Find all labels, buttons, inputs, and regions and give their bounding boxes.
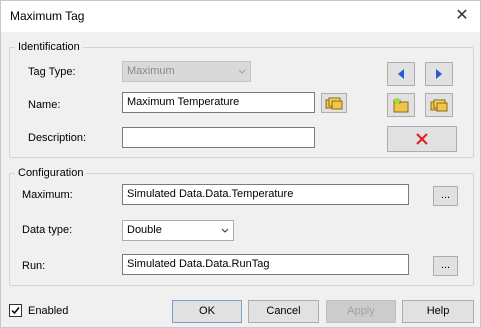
blue-right-arrow-icon <box>436 69 442 79</box>
name-input[interactable]: Maximum Temperature <box>122 92 315 113</box>
ok-button[interactable]: OK <box>172 300 242 323</box>
folders-icon <box>430 99 448 112</box>
browse-name-button[interactable] <box>321 93 347 113</box>
copy-tag-button[interactable] <box>425 93 453 117</box>
maximum-label: Maximum: <box>22 189 73 201</box>
data-type-select[interactable]: Double <box>122 220 234 241</box>
browse-maximum-button[interactable]: ... <box>433 186 458 206</box>
checkmark-icon <box>11 307 20 315</box>
description-input[interactable] <box>122 127 315 148</box>
run-input[interactable]: Simulated Data.Data.RunTag <box>122 254 409 275</box>
apply-button[interactable]: Apply <box>326 300 396 323</box>
new-tag-button[interactable] <box>387 93 415 117</box>
data-type-label: Data type: <box>22 224 73 236</box>
previous-tag-button[interactable] <box>387 62 415 86</box>
tag-type-value: Maximum <box>127 65 175 77</box>
window-title: Maximum Tag <box>10 9 85 23</box>
close-icon[interactable]: ✕ <box>452 6 472 26</box>
browse-run-button[interactable]: ... <box>433 256 458 276</box>
maximum-input[interactable]: Simulated Data.Data.Temperature <box>122 184 409 205</box>
chevron-down-icon <box>238 69 246 74</box>
chevron-down-icon <box>221 228 229 233</box>
tag-type-label: Tag Type: <box>28 66 76 78</box>
tag-type-select[interactable]: Maximum <box>122 61 251 82</box>
name-label: Name: <box>28 99 61 111</box>
new-folder-icon <box>393 98 409 113</box>
cancel-button[interactable]: Cancel <box>248 300 319 323</box>
folders-icon <box>325 97 343 110</box>
description-label: Description: <box>28 132 87 144</box>
enabled-checkbox[interactable] <box>9 304 22 317</box>
title-bar: Maximum Tag ✕ <box>1 1 480 32</box>
enabled-label[interactable]: Enabled <box>28 305 68 317</box>
identification-legend: Identification <box>15 41 83 54</box>
red-x-icon <box>416 133 428 145</box>
data-type-value: Double <box>127 224 162 236</box>
delete-tag-button[interactable] <box>387 126 457 152</box>
run-label: Run: <box>22 260 46 272</box>
next-tag-button[interactable] <box>425 62 453 86</box>
help-button[interactable]: Help <box>402 300 474 323</box>
blue-left-arrow-icon <box>398 69 404 79</box>
configuration-legend: Configuration <box>15 167 87 180</box>
maximum-tag-dialog: Maximum Tag ✕ Identification Tag Type: M… <box>0 0 481 328</box>
